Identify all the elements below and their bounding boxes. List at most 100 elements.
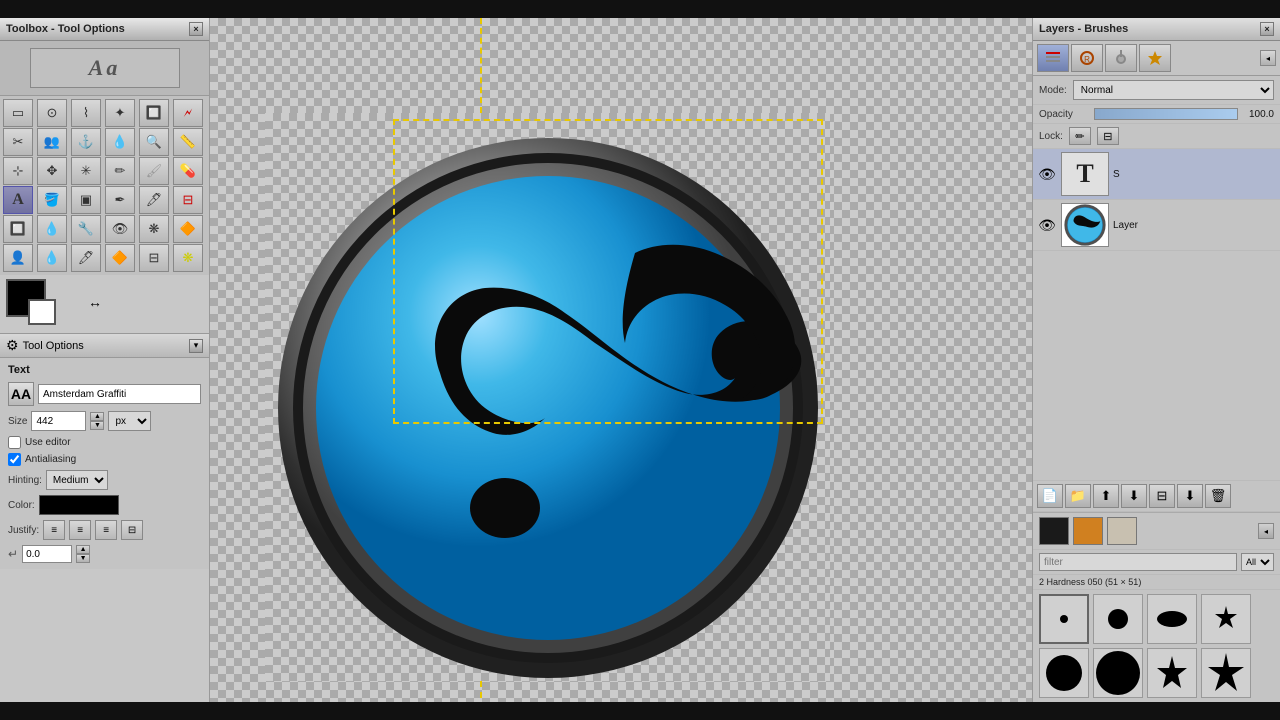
tool-clone[interactable]: 🖊: [139, 186, 169, 214]
tool-transform[interactable]: 👥: [37, 128, 67, 156]
brush-thumb-3[interactable]: [1147, 594, 1197, 644]
justify-right-button[interactable]: ≡: [95, 520, 117, 540]
tool-heal[interactable]: 💊: [173, 157, 203, 185]
tool-paint[interactable]: 🖌: [139, 157, 169, 185]
tool-align2[interactable]: ✳: [71, 157, 101, 185]
tool-retouch[interactable]: 🔲: [3, 215, 33, 243]
antialiasing-checkbox[interactable]: [8, 453, 21, 466]
brush-filter-row: All: [1033, 550, 1280, 575]
tool-ink[interactable]: ✒: [105, 186, 135, 214]
tool-dodge[interactable]: 🔧: [71, 215, 101, 243]
swap-colors-icon[interactable]: ↔: [88, 294, 108, 314]
duplicate-layer-button[interactable]: ⊟: [1149, 484, 1175, 508]
layer-item-image[interactable]: 👁 Layer: [1033, 200, 1280, 251]
tool-bucket[interactable]: 🪣: [37, 186, 67, 214]
indent-down-arrow[interactable]: ▼: [76, 554, 90, 563]
mode-select[interactable]: Normal Dissolve Multiply Screen Overlay: [1073, 80, 1274, 100]
layer-item-text[interactable]: 👁 T S: [1033, 149, 1280, 200]
tab-patterns[interactable]: [1139, 44, 1171, 72]
size-input[interactable]: [31, 411, 86, 431]
size-down-arrow[interactable]: ▼: [90, 421, 104, 430]
lock-position-button[interactable]: ⊟: [1097, 127, 1119, 145]
layer-visibility-text[interactable]: 👁: [1037, 164, 1057, 184]
brush-filter-select[interactable]: All: [1241, 553, 1274, 571]
brush-thumb-4[interactable]: [1201, 594, 1251, 644]
tool-scissors[interactable]: 🗲: [173, 99, 203, 127]
tool-color-picker[interactable]: 💧: [105, 128, 135, 156]
tool-unknown6[interactable]: ⊟: [139, 244, 169, 272]
tools-grid: ▭ ⊙ ⌇ ✦ 🔲 🗲 ✂ 👥 ⚓ 💧 🔍 📏 ⊹ ✥ ✳ ✏ 🖌 💊 A 🪣 …: [0, 96, 209, 275]
size-unit-select[interactable]: px pt mm: [108, 411, 151, 431]
layers-tab-end[interactable]: ◂: [1260, 50, 1276, 66]
layer-visibility-image[interactable]: 👁: [1037, 215, 1057, 235]
tool-blur[interactable]: 💧: [37, 215, 67, 243]
justify-fill-button[interactable]: ⊟: [121, 520, 143, 540]
indent-up-arrow[interactable]: ▲: [76, 545, 90, 554]
tool-select-color[interactable]: 🔲: [139, 99, 169, 127]
tool-unknown7[interactable]: ❋: [173, 244, 203, 272]
layer-up-button[interactable]: ⬆: [1093, 484, 1119, 508]
brush-thumb-6[interactable]: [1093, 648, 1143, 698]
tool-ellipse-select[interactable]: ⊙: [37, 99, 67, 127]
foreground-color[interactable]: [6, 279, 46, 317]
opacity-slider[interactable]: [1094, 108, 1238, 120]
font-name-input[interactable]: [38, 384, 201, 404]
brush-thumb-2[interactable]: [1093, 594, 1143, 644]
tab-brushes-tool[interactable]: [1105, 44, 1137, 72]
tab-channels[interactable]: R: [1071, 44, 1103, 72]
tool-move[interactable]: ✥: [37, 157, 67, 185]
canvas-container[interactable]: [265, 113, 830, 681]
tool-unknown5[interactable]: 🔶: [105, 244, 135, 272]
brush-thumb-5[interactable]: [1039, 648, 1089, 698]
delete-layer-button[interactable]: 🗑: [1205, 484, 1231, 508]
tool-rect-select[interactable]: ▭: [3, 99, 33, 127]
justify-left-button[interactable]: ≡: [43, 520, 65, 540]
tool-options-close-button[interactable]: ▾: [189, 339, 203, 353]
opacity-row: Opacity 100.0: [1033, 105, 1280, 124]
layers-close-button[interactable]: ×: [1260, 22, 1274, 36]
tool-free-select[interactable]: ⌇: [71, 99, 101, 127]
brush-thumb-7[interactable]: [1147, 648, 1197, 698]
tool-pencil[interactable]: ✏: [105, 157, 135, 185]
tool-options-header-inner: ⚙ Tool Options: [6, 337, 84, 354]
brush-filter-input[interactable]: [1039, 553, 1237, 571]
tool-smudge[interactable]: 👁: [105, 215, 135, 243]
tool-crop[interactable]: ✂: [3, 128, 33, 156]
justify-center-button[interactable]: ≡: [69, 520, 91, 540]
tool-unknown4[interactable]: 🖊: [71, 244, 101, 272]
tool-fuzzy-select[interactable]: ✦: [105, 99, 135, 127]
new-layer-group-button[interactable]: 📁: [1065, 484, 1091, 508]
tool-text[interactable]: A: [3, 186, 33, 214]
brush-swatch-dark[interactable]: [1039, 517, 1069, 545]
brush-thumb-8[interactable]: [1201, 648, 1251, 698]
size-up-arrow[interactable]: ▲: [90, 412, 104, 421]
anchor-layer-button[interactable]: ⬇: [1177, 484, 1203, 508]
tool-unknown1[interactable]: 🔶: [173, 215, 203, 243]
main-area: Toolbox - Tool Options × Aa ▭ ⊙ ⌇ ✦ 🔲 🗲 …: [0, 18, 1280, 702]
indent-input[interactable]: [22, 545, 72, 563]
lock-pixels-button[interactable]: ✏: [1069, 127, 1091, 145]
new-layer-button[interactable]: 📄: [1037, 484, 1063, 508]
brush-swatch-light[interactable]: [1107, 517, 1137, 545]
toolbox-close-button[interactable]: ×: [189, 22, 203, 36]
tool-measure[interactable]: 📏: [173, 128, 203, 156]
brush-thumb-1[interactable]: [1039, 594, 1089, 644]
use-editor-label: Use editor: [25, 437, 71, 448]
tool-warp[interactable]: ⚓: [71, 128, 101, 156]
brush-swatch-orange[interactable]: [1073, 517, 1103, 545]
tool-blend[interactable]: ▣: [71, 186, 101, 214]
tool-unknown2[interactable]: 👤: [3, 244, 33, 272]
text-color-swatch[interactable]: [39, 495, 119, 515]
svg-text:R: R: [1084, 55, 1090, 64]
tool-path[interactable]: ❋: [139, 215, 169, 243]
background-color[interactable]: [28, 299, 56, 325]
tool-zoom[interactable]: 🔍: [139, 128, 169, 156]
tool-unknown3[interactable]: 💧: [37, 244, 67, 272]
hinting-select[interactable]: None Slight Medium Full: [46, 470, 108, 490]
layer-down-button[interactable]: ⬇: [1121, 484, 1147, 508]
tab-layers[interactable]: [1037, 44, 1069, 72]
brush-section-collapse[interactable]: ◂: [1258, 523, 1274, 539]
tool-align[interactable]: ⊹: [3, 157, 33, 185]
use-editor-checkbox[interactable]: [8, 436, 21, 449]
tool-erase[interactable]: ⊟: [173, 186, 203, 214]
